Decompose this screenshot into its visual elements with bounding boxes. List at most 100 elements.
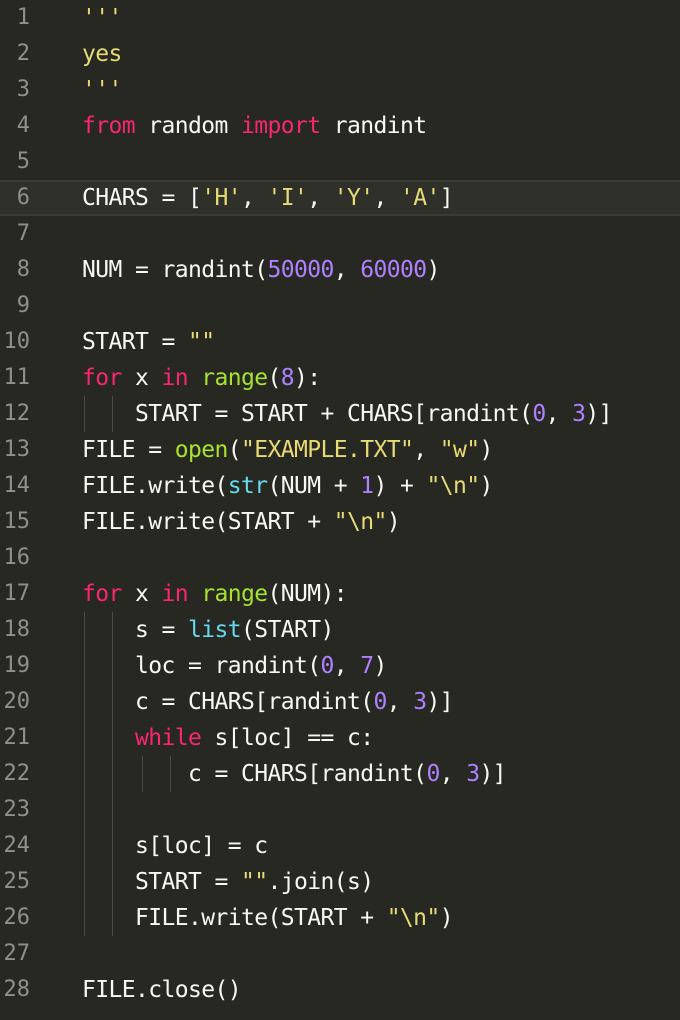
code-token: START = xyxy=(82,329,188,355)
code-line[interactable]: 8 NUM = randint(50000, 60000) xyxy=(0,252,680,288)
code-text: from random import randint xyxy=(82,108,427,144)
indent-guide xyxy=(112,396,113,432)
code-token: 'A' xyxy=(399,185,440,211)
code-line[interactable]: 15 FILE.write(START + "\n") xyxy=(0,504,680,540)
code-token: in xyxy=(161,581,189,607)
code-token: ) + xyxy=(373,473,427,499)
code-token: )] xyxy=(479,761,506,787)
code-line[interactable]: 4 from random import randint xyxy=(0,108,680,144)
code-token: )] xyxy=(426,689,453,715)
code-token: , xyxy=(307,185,334,211)
code-text: CHARS = ['H', 'I', 'Y', 'A'] xyxy=(82,180,454,216)
code-token: 'I' xyxy=(267,185,308,211)
code-token: x xyxy=(121,365,162,391)
line-number: 23 xyxy=(3,797,31,822)
indent-guide xyxy=(84,792,85,828)
code-token: , xyxy=(333,653,361,679)
code-text: FILE = open("EXAMPLE.TXT", "w") xyxy=(82,432,493,468)
code-line[interactable]: 5 xyxy=(0,144,680,180)
code-line[interactable]: 11 for x in range(8): xyxy=(0,360,680,396)
code-token: ) xyxy=(479,473,493,499)
code-line[interactable]: 18 s = list(START) xyxy=(0,612,680,648)
code-line[interactable]: 6 CHARS = ['H', 'I', 'Y', 'A'] xyxy=(0,180,680,216)
line-number: 27 xyxy=(3,941,31,966)
code-token: 'Y' xyxy=(333,185,374,211)
code-token: ''' xyxy=(82,77,122,103)
code-token: c = CHARS[randint( xyxy=(82,689,374,715)
code-token: NUM = randint( xyxy=(82,257,268,283)
code-token: , xyxy=(545,401,573,427)
code-line[interactable]: 21 while s[loc] == c: xyxy=(0,720,680,756)
indent-guide xyxy=(84,648,85,684)
line-number: 25 xyxy=(3,869,31,894)
line-number: 18 xyxy=(3,617,31,642)
code-token: str xyxy=(227,473,268,499)
code-line[interactable]: 28 FILE.close() xyxy=(0,972,680,1008)
code-line[interactable]: 9 xyxy=(0,288,680,324)
code-token: in xyxy=(161,365,189,391)
code-line[interactable]: 1 ''' xyxy=(0,0,680,36)
code-token: loc = randint( xyxy=(82,653,321,679)
code-line[interactable]: 22 c = CHARS[randint(0, 3)] xyxy=(0,756,680,792)
code-token: ) xyxy=(439,905,454,931)
line-number: 28 xyxy=(3,977,31,1002)
indent-guide xyxy=(112,792,113,828)
code-line[interactable]: 20 c = CHARS[randint(0, 3)] xyxy=(0,684,680,720)
code-editor[interactable]: 1 ''' 2 yes 3 ''' 4 from random import randint 5… xyxy=(0,0,680,1020)
code-token: ] xyxy=(439,185,454,211)
code-token: s = xyxy=(82,617,188,643)
code-text: c = CHARS[randint(0, 3)] xyxy=(82,756,507,792)
code-line[interactable]: 19 loc = randint(0, 7) xyxy=(0,648,680,684)
code-token: (NUM + xyxy=(267,473,361,499)
code-text: FILE.write(START + "\n") xyxy=(82,504,401,540)
code-line[interactable]: 13 FILE = open("EXAMPLE.TXT", "w") xyxy=(0,432,680,468)
indent-guide xyxy=(112,828,113,864)
code-line[interactable]: 12 START = START + CHARS[randint(0, 3)] xyxy=(0,396,680,432)
code-token: FILE.close() xyxy=(82,977,242,1003)
code-line[interactable]: 24 s[loc] = c xyxy=(0,828,680,864)
line-number: 10 xyxy=(3,329,31,354)
line-number: 11 xyxy=(3,365,31,390)
code-line[interactable]: 17 for x in range(NUM): xyxy=(0,576,680,612)
indent-guide xyxy=(84,756,85,792)
code-line[interactable]: 2 yes xyxy=(0,36,680,72)
code-token: , xyxy=(413,437,440,463)
line-number: 3 xyxy=(16,77,30,102)
code-line[interactable]: 3 ''' xyxy=(0,72,680,108)
indent-guide xyxy=(84,720,85,756)
code-line[interactable]: 16 xyxy=(0,540,680,576)
indent-guide xyxy=(112,648,113,684)
code-text: ''' xyxy=(82,0,122,36)
code-token: ) xyxy=(479,437,493,463)
code-token: ''' xyxy=(82,5,122,31)
code-token: ) xyxy=(386,509,401,535)
code-line[interactable]: 7 xyxy=(0,216,680,252)
code-token: FILE.write( xyxy=(82,473,228,499)
code-token: x xyxy=(121,581,162,607)
line-number: 9 xyxy=(16,293,30,318)
code-line[interactable]: 14 FILE.write(str(NUM + 1) + "\n") xyxy=(0,468,680,504)
code-token: open xyxy=(174,437,229,463)
code-token: , xyxy=(240,185,268,211)
indent-guide xyxy=(112,864,113,900)
code-line[interactable]: 27 xyxy=(0,936,680,972)
indent-guide xyxy=(112,612,113,648)
code-token: "" xyxy=(240,869,268,895)
code-token: , xyxy=(373,185,400,211)
code-token: 60000 xyxy=(360,257,427,283)
code-token: 0 xyxy=(532,401,546,427)
code-token: .join(s) xyxy=(267,869,374,895)
code-token: import xyxy=(240,113,321,139)
code-token: s[loc] = c xyxy=(82,833,268,859)
line-number: 6 xyxy=(16,185,30,210)
code-line[interactable]: 10 START = "" xyxy=(0,324,680,360)
indent-guide xyxy=(112,756,113,792)
code-line[interactable]: 23 xyxy=(0,792,680,828)
code-line[interactable]: 25 START = "".join(s) xyxy=(0,864,680,900)
code-token: 8 xyxy=(280,365,295,391)
code-token: ) xyxy=(426,257,440,283)
code-token: 7 xyxy=(360,653,374,679)
code-token: 0 xyxy=(320,653,334,679)
code-line[interactable]: 26 FILE.write(START + "\n") xyxy=(0,900,680,936)
